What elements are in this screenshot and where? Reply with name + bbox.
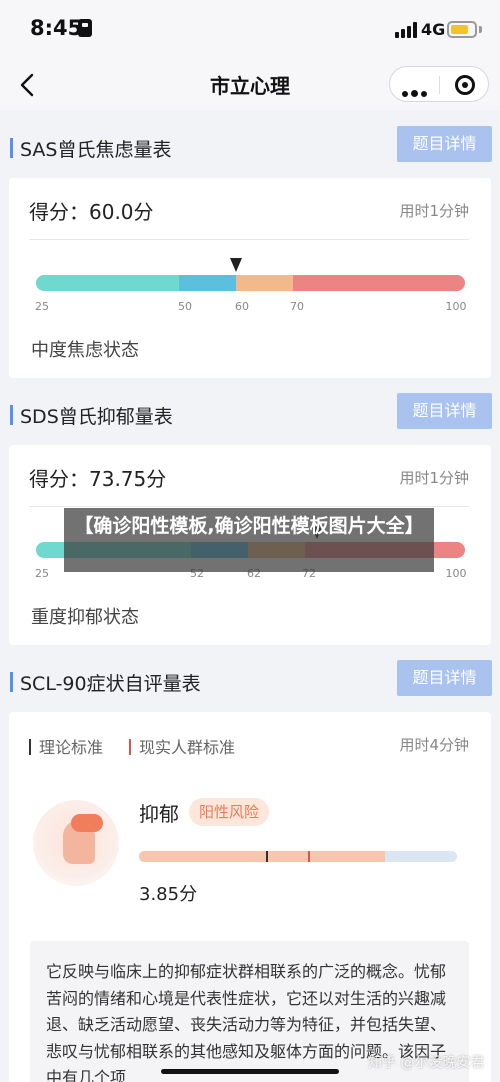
scale-tick: 25	[35, 567, 49, 580]
more-icon[interactable]	[402, 82, 430, 101]
scale-tick: 60	[235, 300, 249, 313]
rain-cloud-icon	[71, 814, 103, 832]
scale-tick: 100	[445, 300, 467, 313]
score-scale	[36, 275, 465, 291]
symptom-avatar	[33, 800, 119, 886]
section-accent-bar	[10, 138, 13, 158]
overlay-banner: 【确诊阳性模板,确诊阳性模板图片大全】	[64, 508, 434, 572]
mini-program-capsule	[389, 66, 489, 102]
battery-icon	[447, 21, 477, 38]
section-header-sds: SDS曾氏抑郁量表 题目详情	[0, 393, 500, 439]
risk-badge: 阳性风险	[189, 798, 270, 826]
duration-label: 用时1分钟	[399, 469, 469, 487]
symptom-name: 抑郁	[139, 802, 179, 826]
watermark: 知乎 @尔没晚安君	[368, 1055, 485, 1071]
score-card-sas: 得分：60.0分 用时1分钟 25 50 60 70 100 中度焦虑状态	[9, 178, 491, 378]
section-header-sas: SAS曾氏焦虑量表 题目详情	[0, 126, 500, 172]
duration-label: 用时4分钟	[399, 736, 469, 754]
section-accent-bar	[10, 405, 13, 425]
detail-button[interactable]: 题目详情	[397, 126, 492, 162]
legend-real: 现实人群标准	[129, 734, 235, 758]
score-marker	[230, 258, 242, 272]
close-circle-icon[interactable]	[455, 75, 475, 95]
theory-marker	[266, 851, 268, 862]
network-type: 4G	[421, 20, 446, 39]
legend-marker	[129, 739, 131, 755]
real-marker	[308, 851, 310, 862]
scale-tick: 70	[290, 300, 304, 313]
section-title: SCL-90症状自评量表	[20, 673, 201, 695]
section-title: SAS曾氏焦虑量表	[20, 139, 172, 161]
home-indicator[interactable]	[161, 1069, 339, 1074]
section-accent-bar	[10, 672, 13, 692]
legend-theory: 理论标准	[29, 734, 103, 758]
scale-tick: 25	[35, 300, 49, 313]
symptom-score: 3.85分	[139, 884, 198, 905]
score-label: 得分：60.0分	[29, 200, 154, 224]
detail-button[interactable]: 题目详情	[397, 660, 492, 696]
state-label: 重度抑郁状态	[31, 607, 139, 628]
sim-card-icon	[78, 19, 92, 37]
state-label: 中度焦虑状态	[31, 340, 139, 361]
divider	[29, 506, 469, 507]
nav-bar: 市立心理	[0, 60, 500, 110]
scale-tick: 100	[445, 567, 467, 580]
duration-label: 用时1分钟	[399, 202, 469, 220]
scale-tick: 50	[178, 300, 192, 313]
divider	[29, 239, 469, 240]
detail-button[interactable]: 题目详情	[397, 393, 492, 429]
symptom-scale-fill	[139, 851, 385, 862]
overlay-text: 【确诊阳性模板,确诊阳性模板图片大全】	[74, 515, 424, 537]
section-title: SDS曾氏抑郁量表	[20, 406, 173, 428]
signal-icon	[395, 22, 417, 38]
section-header-scl90: SCL-90症状自评量表 题目详情	[0, 660, 500, 706]
legend-marker	[29, 739, 31, 755]
status-bar: 8:45 4G	[0, 0, 500, 60]
symptom-scale	[139, 851, 457, 862]
symptom-card-scl90: 理论标准 现实人群标准 用时4分钟 抑郁 阳性风险 3.85分 它反映与临床上的…	[9, 712, 491, 1082]
score-label: 得分：73.75分	[29, 467, 167, 491]
clock: 8:45	[30, 16, 83, 40]
